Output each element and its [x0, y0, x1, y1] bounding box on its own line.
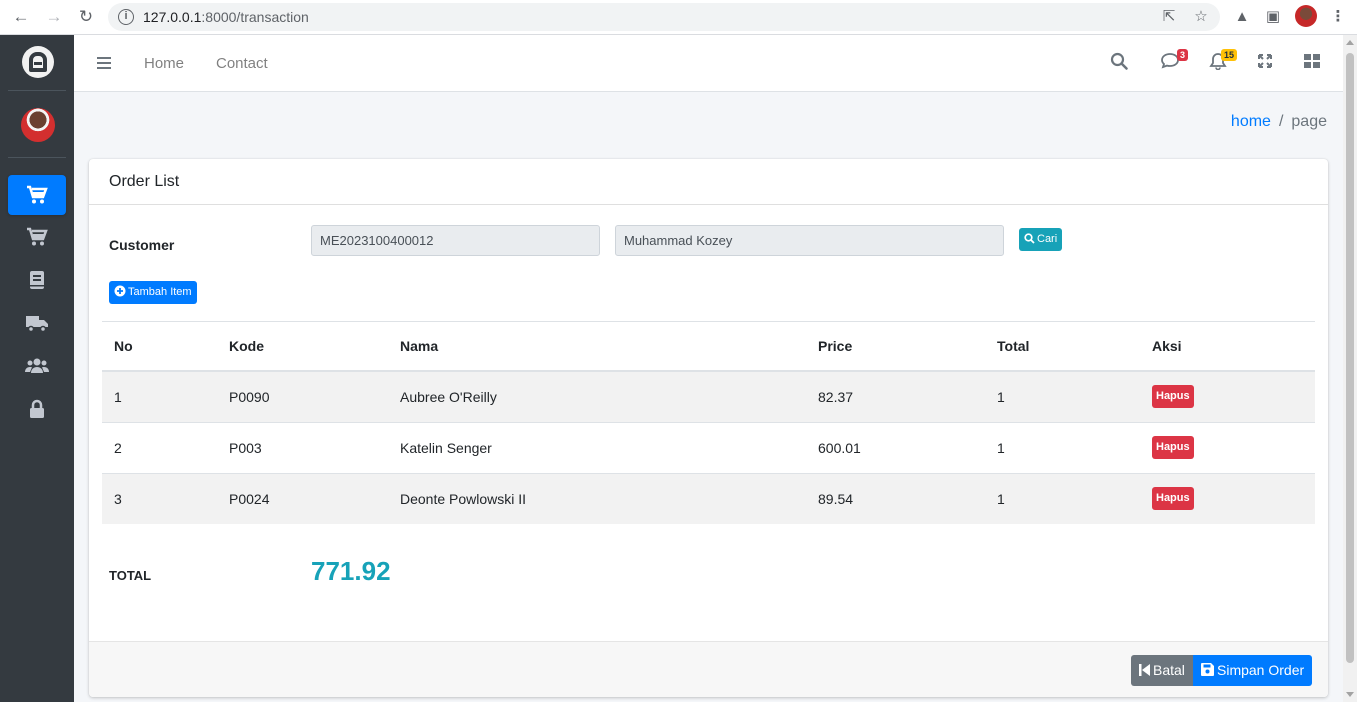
sidebar-divider	[8, 157, 66, 158]
save-icon	[1201, 663, 1214, 676]
expand-icon[interactable]	[1256, 52, 1278, 74]
sidebar-item-book[interactable]	[8, 260, 66, 300]
col-header-no: No	[102, 322, 217, 372]
nav-link-contact[interactable]: Contact	[216, 55, 268, 72]
cell-total: 1	[985, 421, 1140, 473]
breadcrumb: home / page	[1230, 113, 1327, 130]
table-row: 1 P0090 Aubree O'Reilly 82.37 1 Hapus	[102, 370, 1315, 422]
cell-aksi: Hapus	[1140, 370, 1315, 422]
reload-icon[interactable]: ↻	[77, 8, 95, 26]
sidebar-item-shipping[interactable]	[8, 303, 66, 343]
cart-icon	[27, 227, 48, 246]
customer-label: Customer	[109, 237, 175, 253]
sidebar-item-transaction[interactable]	[8, 175, 66, 215]
brand-logo[interactable]	[22, 46, 54, 78]
cell-nama: Deonte Powlowski II	[388, 472, 806, 524]
cell-total: 1	[985, 472, 1140, 524]
cell-kode: P0024	[217, 472, 388, 524]
order-card: Order List Customer ME2023100400012 Muha…	[89, 159, 1328, 697]
back-arrow-icon[interactable]: ←	[12, 8, 30, 26]
card-header: Order List	[89, 159, 1328, 205]
lock-icon	[30, 399, 44, 418]
table-row: 2 P003 Katelin Senger 600.01 1 Hapus	[102, 421, 1315, 473]
top-navbar: Home Contact 3 15	[74, 35, 1343, 92]
info-icon[interactable]: i	[118, 9, 134, 25]
cell-nama: Katelin Senger	[388, 421, 806, 473]
cell-no: 3	[102, 472, 217, 524]
search-button[interactable]: Cari	[1019, 228, 1063, 251]
table-header-row: No Kode Nama Price Total Aksi	[102, 322, 1315, 372]
profile-avatar[interactable]	[1295, 5, 1317, 27]
cell-price: 82.37	[806, 370, 985, 422]
star-icon[interactable]: ☆	[1192, 8, 1210, 26]
url-text[interactable]: 127.0.0.1:8000/transaction	[143, 9, 309, 25]
cancel-button[interactable]: Batal	[1131, 655, 1193, 686]
page-scrollbar[interactable]	[1343, 35, 1357, 702]
customer-name-field[interactable]: Muhammad Kozey	[615, 225, 1004, 256]
col-header-price: Price	[806, 322, 985, 372]
sidebar	[0, 35, 74, 702]
add-item-button[interactable]: Tambah Item	[109, 281, 197, 304]
sidepanel-icon[interactable]: ▣	[1263, 7, 1283, 27]
nav-link-home[interactable]: Home	[144, 55, 184, 72]
address-bar[interactable]: i 127.0.0.1:8000/transaction ⇱ ☆	[108, 3, 1220, 31]
delete-button[interactable]: Hapus	[1152, 436, 1194, 459]
comments-icon[interactable]: 3	[1160, 49, 1189, 74]
step-backward-icon	[1139, 664, 1150, 676]
delete-button[interactable]: Hapus	[1152, 487, 1194, 511]
bars-icon[interactable]	[97, 57, 111, 69]
breadcrumb-current: page	[1291, 113, 1327, 130]
menu-dots-icon[interactable]: ⋮	[1328, 7, 1348, 27]
book-icon	[30, 271, 44, 289]
truck-icon	[26, 316, 48, 333]
user-avatar[interactable]	[21, 108, 55, 142]
save-order-button[interactable]: Simpan Order	[1193, 655, 1313, 686]
cell-kode: P0090	[217, 370, 388, 422]
cell-no: 2	[102, 421, 217, 473]
messages-badge: 3	[1177, 49, 1189, 61]
cell-total: 1	[985, 370, 1140, 422]
total-value: 771.92	[311, 556, 391, 586]
cell-no: 1	[102, 370, 217, 422]
cell-price: 89.54	[806, 472, 985, 524]
card-footer: Batal Simpan Order	[89, 641, 1328, 697]
customer-id-field[interactable]: ME2023100400012	[311, 225, 600, 256]
search-icon	[1024, 233, 1035, 244]
col-header-aksi: Aksi	[1140, 322, 1315, 372]
col-header-total: Total	[985, 322, 1140, 372]
browser-toolbar: ← → ↻ i 127.0.0.1:8000/transaction ⇱ ☆ ▲…	[0, 0, 1357, 35]
cell-kode: P003	[217, 421, 388, 473]
cell-nama: Aubree O'Reilly	[388, 370, 806, 422]
table-row: 3 P0024 Deonte Powlowski II 89.54 1 Hapu…	[102, 472, 1315, 524]
notifications-badge: 15	[1221, 49, 1238, 61]
cell-aksi: Hapus	[1140, 421, 1315, 473]
page-title: Order List	[109, 173, 180, 190]
col-header-kode: Kode	[217, 322, 388, 372]
cell-aksi: Hapus	[1140, 472, 1315, 524]
grid-icon[interactable]	[1303, 52, 1325, 74]
plus-circle-icon	[114, 285, 126, 297]
cart-icon	[27, 185, 48, 204]
share-icon[interactable]: ⇱	[1160, 8, 1178, 26]
breadcrumb-home[interactable]: home	[1231, 113, 1271, 130]
bell-icon[interactable]: 15	[1209, 49, 1238, 74]
search-icon[interactable]	[1110, 52, 1132, 74]
extension-icon[interactable]: ▲	[1232, 7, 1252, 27]
sidebar-item-cart[interactable]	[8, 217, 66, 257]
total-label: TOTAL	[109, 568, 152, 583]
col-header-nama: Nama	[388, 322, 806, 372]
order-items-table: No Kode Nama Price Total Aksi 1 P0090 Au…	[102, 322, 1315, 524]
sidebar-item-users[interactable]	[8, 346, 66, 386]
cell-price: 600.01	[806, 421, 985, 473]
users-icon	[25, 358, 49, 373]
forward-arrow-icon[interactable]: →	[45, 8, 63, 26]
delete-button[interactable]: Hapus	[1152, 385, 1194, 409]
sidebar-item-lock[interactable]	[8, 389, 66, 429]
sidebar-divider	[8, 90, 66, 91]
